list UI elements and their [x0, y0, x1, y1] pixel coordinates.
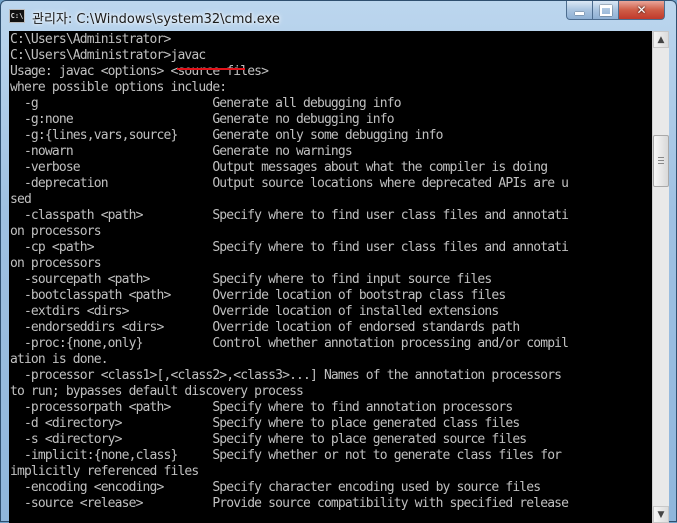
close-icon: ✕	[636, 3, 647, 17]
console-output[interactable]: C:\Users\Administrator> C:\Users\Administ…	[9, 31, 652, 523]
console-line: -encoding <encoding> Specify character e…	[10, 480, 541, 495]
command-highlight-underline	[177, 68, 245, 70]
console-line: -sourcepath <path> Specify where to find…	[10, 272, 492, 287]
console-line: -endorseddirs <dirs> Override location o…	[10, 320, 520, 335]
console-line: -implicit:{none,class} Specify whether o…	[10, 448, 562, 463]
console-line: C:\Users\Administrator>	[10, 32, 171, 47]
console-line: -verbose Output messages about what the …	[10, 160, 548, 175]
maximize-icon	[599, 4, 612, 16]
console-line: -g:none Generate no debugging info	[10, 112, 395, 127]
console-line: -deprecation Output source locations whe…	[10, 176, 569, 191]
minimize-icon	[575, 11, 584, 15]
console-line: -processor <class1>[,<class2>,<class3>..…	[10, 368, 562, 383]
console-line: -source <release> Provide source compati…	[10, 496, 569, 511]
close-button[interactable]: ✕	[619, 1, 665, 20]
console-line: -s <directory> Specify where to place ge…	[10, 432, 527, 447]
console-line: -extdirs <dirs> Override location of ins…	[10, 304, 499, 319]
minimize-button[interactable]	[566, 1, 593, 20]
title-bar[interactable]: C:\ 관리자: C:\Windows\system32\cmd.exe ✕	[1, 1, 676, 31]
console-line: where possible options include:	[10, 80, 227, 95]
console-line: on processors	[10, 256, 102, 271]
caption-buttons: ✕	[566, 1, 670, 21]
console-line: to run; bypasses default discovery proce…	[10, 384, 304, 399]
console-line: -bootclasspath <path> Override location …	[10, 288, 506, 303]
scroll-up-button[interactable]: ▲	[653, 31, 669, 48]
chevron-up-icon: ▲	[657, 34, 665, 45]
console-line: -cp <path> Specify where to find user cl…	[10, 240, 569, 255]
grip-line	[658, 163, 664, 164]
console-window: C:\ 관리자: C:\Windows\system32\cmd.exe ✕ C…	[0, 0, 677, 523]
window-title: 관리자: C:\Windows\system32\cmd.exe	[32, 12, 280, 27]
chevron-down-icon: ▼	[657, 509, 665, 520]
console-line: C:\Users\Administrator>javac	[10, 48, 206, 63]
cmd-icon[interactable]: C:\	[9, 9, 25, 23]
console-line: -d <directory> Specify where to place ge…	[10, 416, 520, 431]
console-line: -proc:{none,only} Control whether annota…	[10, 336, 569, 351]
console-line: Usage: javac <options> <source files>	[10, 64, 269, 79]
console-line: implicitly referenced files	[10, 464, 199, 479]
grip-line	[658, 160, 664, 161]
console-line: -g Generate all debugging info	[10, 96, 402, 111]
console-line: -g:{lines,vars,source} Generate only som…	[10, 128, 443, 143]
console-line: on processors	[10, 224, 102, 239]
vertical-scrollbar[interactable]: ▲ ▼	[652, 31, 669, 523]
console-line: -processorpath <path> Specify where to f…	[10, 400, 513, 415]
scroll-down-button[interactable]: ▼	[653, 506, 669, 523]
grip-line	[658, 157, 664, 158]
console-line: -classpath <path> Specify where to find …	[10, 208, 569, 223]
console-lines: C:\Users\Administrator> C:\Users\Administ…	[10, 32, 569, 512]
console-line: ation is done.	[10, 352, 109, 367]
maximize-button[interactable]	[593, 1, 619, 20]
console-line: sed	[10, 192, 32, 207]
console-line: -nowarn Generate no warnings	[10, 144, 353, 159]
scroll-thumb[interactable]	[653, 135, 669, 187]
